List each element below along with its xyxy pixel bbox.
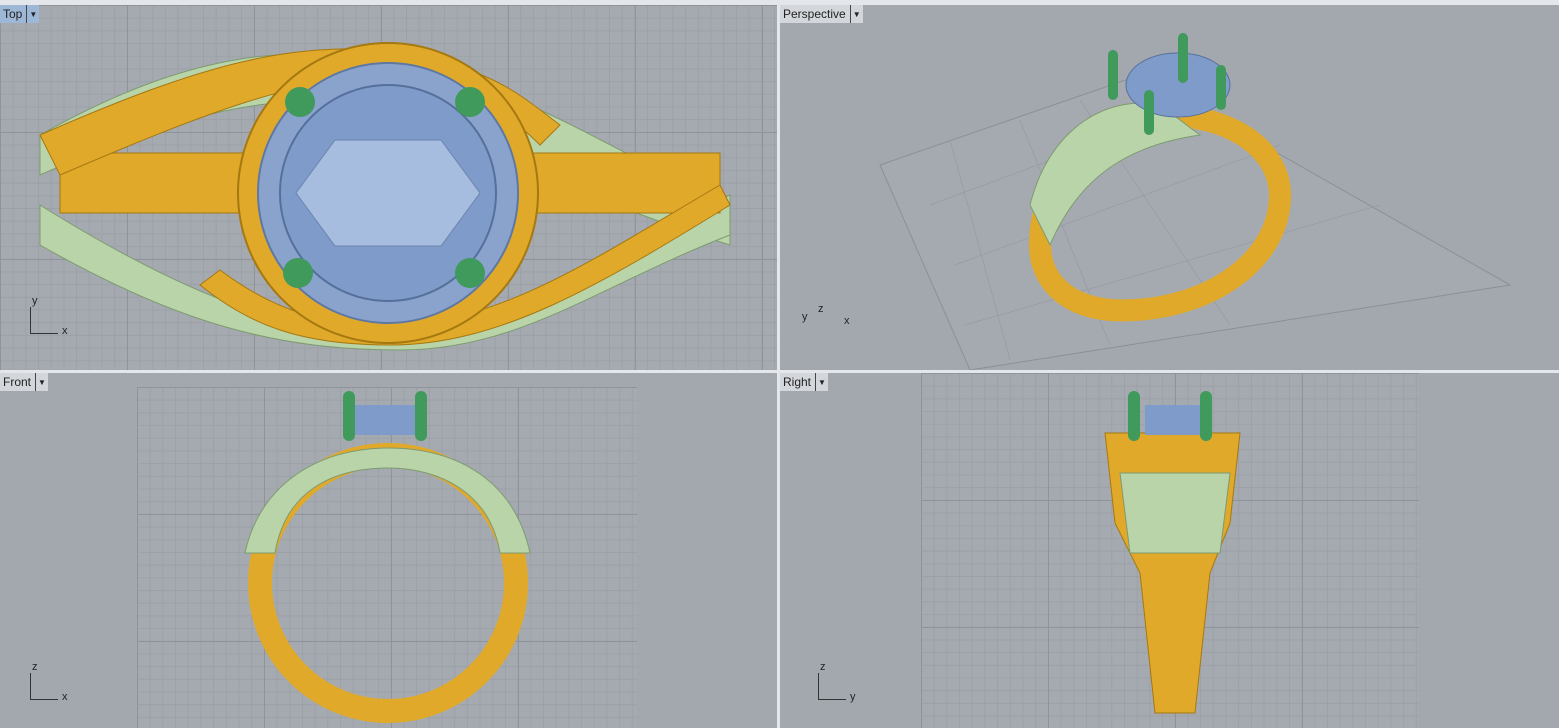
viewport-perspective[interactable]: Perspective ▼ y z x xyxy=(780,5,1559,370)
ring-model-perspective xyxy=(879,33,1512,370)
axis-indicator: y z x xyxy=(802,303,850,327)
triangle-down-icon[interactable]: ▼ xyxy=(849,5,863,23)
ring-model-front xyxy=(244,391,531,723)
ring-model-right xyxy=(1104,391,1241,714)
axis-indicator: y x xyxy=(30,295,68,337)
ring-model-top xyxy=(39,42,731,351)
triangle-down-icon[interactable]: ▼ xyxy=(815,373,828,391)
axis-indicator: z y xyxy=(818,661,856,703)
triangle-down-icon[interactable]: ▼ xyxy=(35,373,48,391)
viewport-label-right[interactable]: Right ▼ xyxy=(780,373,829,391)
viewport-front[interactable]: Front ▼ z x xyxy=(0,373,777,728)
viewport-label-front[interactable]: Front ▼ xyxy=(0,373,49,391)
triangle-down-icon[interactable]: ▼ xyxy=(26,5,39,23)
viewport-label-top[interactable]: Top ▼ xyxy=(0,5,40,23)
viewport-right[interactable]: Right ▼ z y xyxy=(780,373,1559,728)
axis-indicator: z x xyxy=(30,661,68,703)
viewport-label-perspective[interactable]: Perspective ▼ xyxy=(780,5,863,23)
viewport-top[interactable]: Top ▼ y x xyxy=(0,5,777,370)
